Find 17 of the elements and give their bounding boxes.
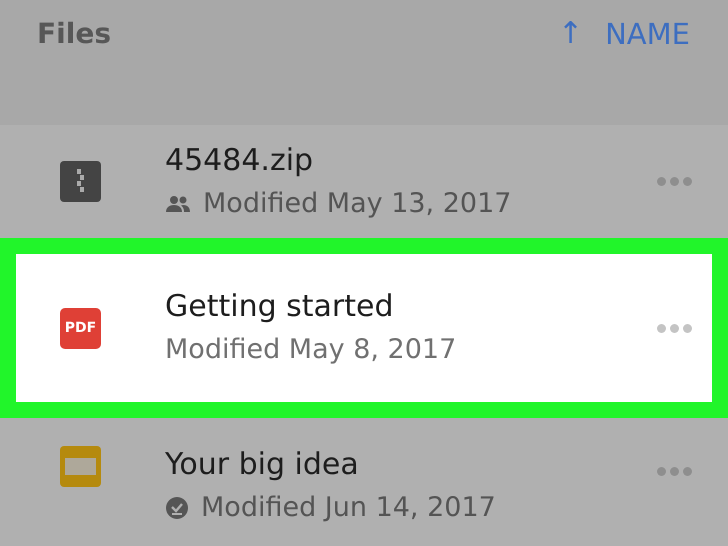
file-name: Your big idea <box>165 446 360 484</box>
modified-date: Modified May 13, 2017 <box>203 186 512 220</box>
people-icon <box>165 194 191 212</box>
file-name: Getting started <box>165 288 395 326</box>
more-icon[interactable] <box>657 324 692 332</box>
slides-file-icon <box>60 446 101 487</box>
pdf-file-icon: PDF <box>60 308 101 348</box>
sort-arrow-icon: ↑ <box>558 14 584 54</box>
zip-file-icon <box>60 161 101 202</box>
file-name: 45484.zip <box>165 142 314 180</box>
more-icon[interactable] <box>657 177 692 186</box>
modified-date: Modified May 8, 2017 <box>165 333 456 367</box>
modified-date: Modified Jun 14, 2017 <box>201 491 496 525</box>
more-icon[interactable] <box>657 466 692 476</box>
file-row[interactable]: PDF Getting started Modified May 8, 2017 <box>0 238 728 418</box>
section-title: Files <box>37 16 111 52</box>
offline-check-icon <box>165 496 189 520</box>
